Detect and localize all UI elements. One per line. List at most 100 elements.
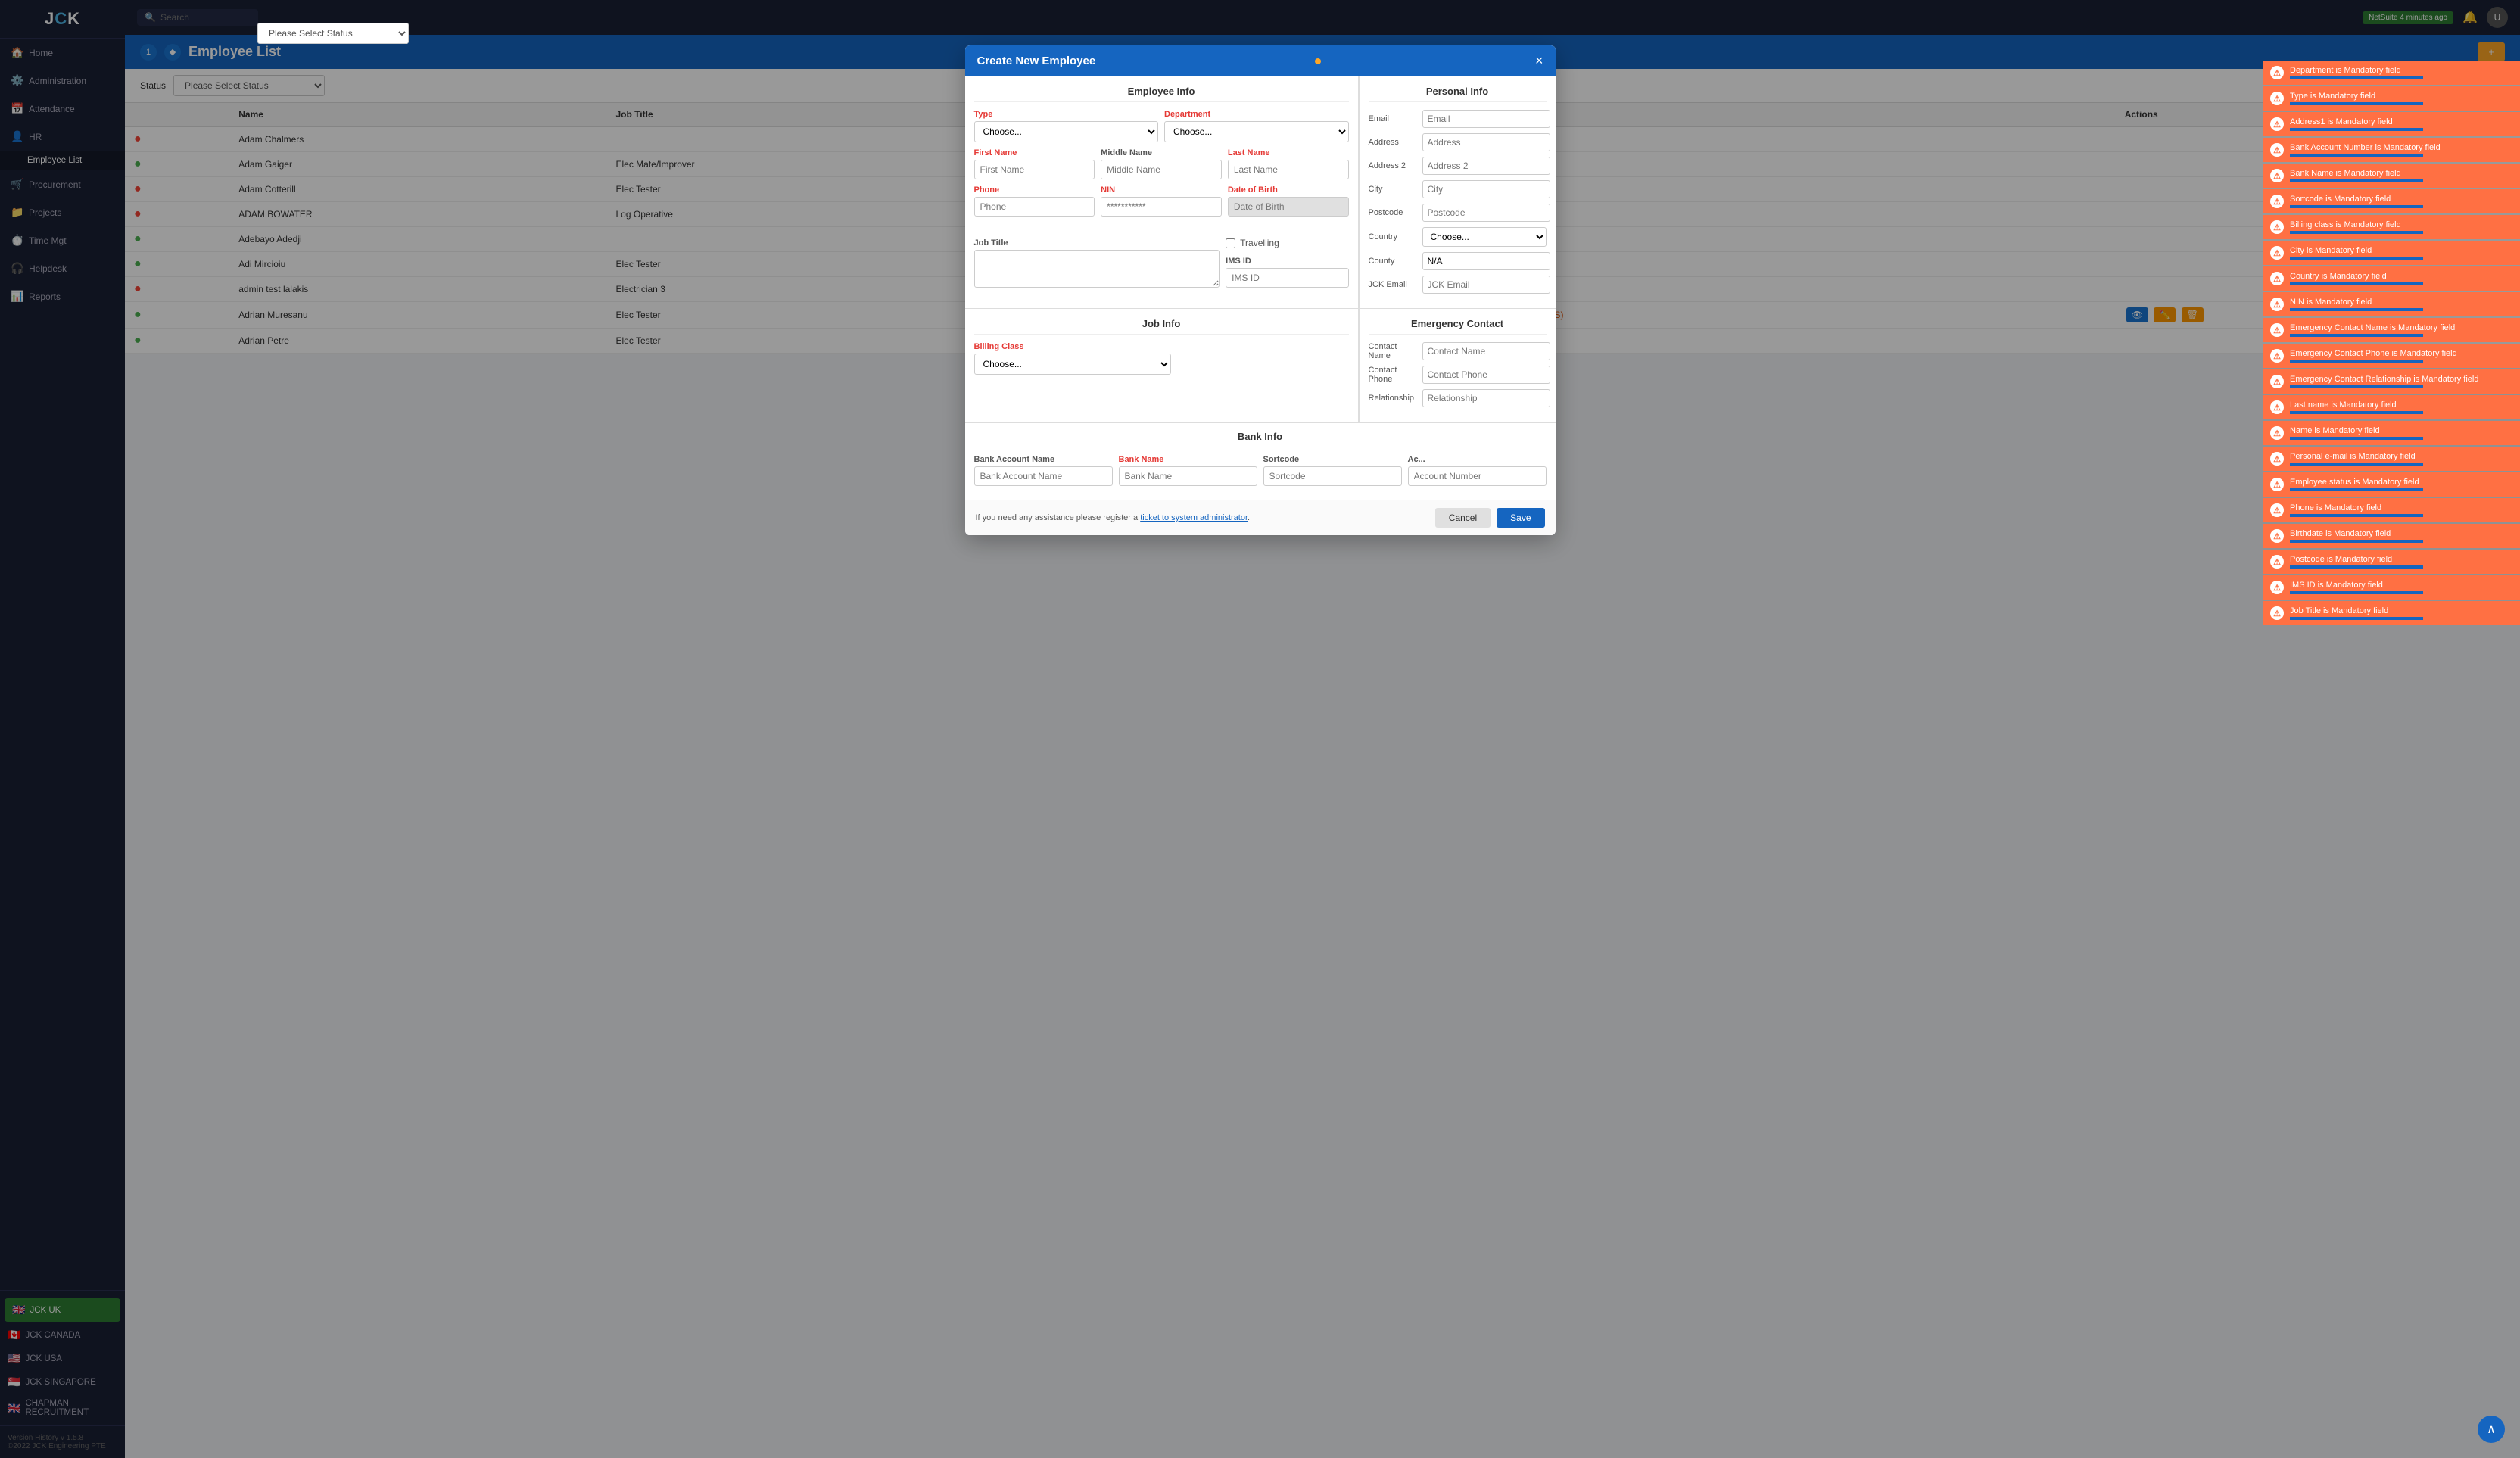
warning-icon: ⚠ bbox=[2270, 426, 2284, 440]
ec-rel-row: Relationship bbox=[1369, 389, 1547, 407]
warning-icon: ⚠ bbox=[2270, 375, 2284, 388]
type-select[interactable]: Choose... bbox=[974, 121, 1159, 142]
pi-postcode-input[interactable] bbox=[1422, 204, 1550, 222]
bank-info-title: Bank Info bbox=[974, 431, 1547, 447]
account-number-input[interactable] bbox=[1408, 466, 1547, 486]
last-name-group: Last Name bbox=[1228, 148, 1349, 179]
save-button[interactable]: Save bbox=[1497, 508, 1544, 528]
ims-id-input[interactable] bbox=[1226, 268, 1348, 288]
middle-name-group: Middle Name bbox=[1101, 148, 1222, 179]
job-title-input[interactable] bbox=[974, 250, 1220, 288]
pi-address-row: Address bbox=[1369, 133, 1547, 151]
ec-phone-input[interactable] bbox=[1422, 366, 1550, 384]
account-number-group: Ac... bbox=[1408, 455, 1547, 486]
job-title-group: Job Title bbox=[974, 238, 1220, 288]
first-name-input[interactable] bbox=[974, 160, 1095, 179]
phone-input[interactable] bbox=[974, 197, 1095, 217]
help-text: If you need any assistance please regist… bbox=[976, 513, 1251, 522]
pi-county-label: County bbox=[1369, 257, 1418, 266]
warning-icon: ⚠ bbox=[2270, 246, 2284, 260]
validation-message: Emergency Contact Name is Mandatory fiel… bbox=[2290, 323, 2512, 337]
bank-name-input[interactable] bbox=[1119, 466, 1257, 486]
pi-city-input[interactable] bbox=[1422, 180, 1550, 198]
first-name-group: First Name bbox=[974, 148, 1095, 179]
pi-county-input[interactable] bbox=[1422, 252, 1550, 270]
employee-info-title: Employee Info bbox=[974, 86, 1349, 102]
pi-country-row: Country Choose... bbox=[1369, 227, 1547, 247]
personal-info-title: Personal Info bbox=[1369, 86, 1547, 102]
validation-message: Employee status is Mandatory field bbox=[2290, 478, 2512, 491]
modal-title: Create New Employee bbox=[977, 55, 1096, 67]
validation-error-item: ⚠ Postcode is Mandatory field bbox=[2263, 550, 2520, 574]
warning-icon: ⚠ bbox=[2270, 503, 2284, 517]
validation-message: Job Title is Mandatory field bbox=[2290, 606, 2512, 620]
sortcode-input[interactable] bbox=[1263, 466, 1402, 486]
validation-error-item: ⚠ Job Title is Mandatory field bbox=[2263, 601, 2520, 625]
billing-class-select[interactable]: Choose... bbox=[974, 354, 1171, 375]
validation-message: Billing class is Mandatory field bbox=[2290, 220, 2512, 234]
footer-buttons: Cancel Save bbox=[1435, 508, 1545, 528]
pi-jck-email-input[interactable] bbox=[1422, 276, 1550, 294]
validation-message: IMS ID is Mandatory field bbox=[2290, 581, 2512, 594]
ec-name-input[interactable] bbox=[1422, 342, 1550, 360]
pi-country-select[interactable]: Choose... bbox=[1422, 227, 1547, 247]
pi-address-input[interactable] bbox=[1422, 133, 1550, 151]
warning-icon: ⚠ bbox=[2270, 298, 2284, 311]
middle-name-input[interactable] bbox=[1101, 160, 1222, 179]
help-link[interactable]: ticket to system administrator bbox=[1140, 513, 1248, 522]
pi-email-input[interactable] bbox=[1422, 110, 1550, 128]
travelling-checkbox[interactable] bbox=[1226, 238, 1235, 248]
middle-name-label: Middle Name bbox=[1101, 148, 1222, 157]
warning-icon: ⚠ bbox=[2270, 66, 2284, 79]
validation-message: Department is Mandatory field bbox=[2290, 66, 2512, 79]
modal-overlay[interactable]: Please Select Status Active Inactive Cre… bbox=[0, 0, 2520, 1458]
pi-address2-row: Address 2 bbox=[1369, 157, 1547, 175]
account-number-label: Ac... bbox=[1408, 455, 1547, 464]
validation-message: Personal e-mail is Mandatory field bbox=[2290, 452, 2512, 466]
validation-message: NIN is Mandatory field bbox=[2290, 298, 2512, 311]
pi-email-label: Email bbox=[1369, 114, 1418, 123]
cancel-button[interactable]: Cancel bbox=[1435, 508, 1491, 528]
validation-error-item: ⚠ City is Mandatory field bbox=[2263, 241, 2520, 265]
sortcode-label: Sortcode bbox=[1263, 455, 1402, 464]
validation-message: Address1 is Mandatory field bbox=[2290, 117, 2512, 131]
validation-message: Postcode is Mandatory field bbox=[2290, 555, 2512, 569]
ec-rel-input[interactable] bbox=[1422, 389, 1550, 407]
type-group: Type Choose... bbox=[974, 110, 1159, 142]
validation-error-item: ⚠ Bank Account Number is Mandatory field bbox=[2263, 138, 2520, 162]
validation-message: Type is Mandatory field bbox=[2290, 92, 2512, 105]
pi-county-row: County bbox=[1369, 252, 1547, 270]
phone-nin-dob-row: Phone NIN Date of Birth bbox=[974, 185, 1349, 217]
validation-panel: ⚠ Department is Mandatory field ⚠ Type i… bbox=[2263, 61, 2520, 625]
pi-address2-input[interactable] bbox=[1422, 157, 1550, 175]
warning-icon: ⚠ bbox=[2270, 555, 2284, 569]
nin-input[interactable] bbox=[1101, 197, 1222, 217]
validation-error-item: ⚠ Emergency Contact Name is Mandatory fi… bbox=[2263, 318, 2520, 342]
modal-status-select[interactable]: Please Select Status Active Inactive bbox=[257, 23, 409, 44]
validation-error-item: ⚠ Phone is Mandatory field bbox=[2263, 498, 2520, 522]
validation-message: Bank Name is Mandatory field bbox=[2290, 169, 2512, 182]
warning-icon: ⚠ bbox=[2270, 400, 2284, 414]
ec-rel-label: Relationship bbox=[1369, 394, 1418, 403]
scroll-to-top-button[interactable]: ∧ bbox=[2478, 1416, 2505, 1443]
type-label: Type bbox=[974, 110, 1159, 119]
last-name-label: Last Name bbox=[1228, 148, 1349, 157]
dob-input[interactable] bbox=[1228, 197, 1349, 217]
dob-label: Date of Birth bbox=[1228, 185, 1349, 195]
department-select[interactable]: Choose... bbox=[1164, 121, 1349, 142]
warning-icon: ⚠ bbox=[2270, 169, 2284, 182]
modal-status-area: Please Select Status Active Inactive bbox=[257, 23, 409, 44]
middle-sections: Job Info Billing Class Choose... Emergen… bbox=[965, 309, 1556, 422]
warning-icon: ⚠ bbox=[2270, 529, 2284, 543]
pi-postcode-label: Postcode bbox=[1369, 208, 1418, 217]
department-group: Department Choose... bbox=[1164, 110, 1349, 142]
modal-close-button[interactable]: × bbox=[1535, 53, 1543, 69]
name-row: First Name Middle Name Last Name bbox=[974, 148, 1349, 179]
phone-label: Phone bbox=[974, 185, 1095, 195]
ec-phone-row: Contact Phone bbox=[1369, 366, 1547, 384]
pi-jck-email-label: JCK Email bbox=[1369, 280, 1418, 289]
validation-error-item: ⚠ Department is Mandatory field bbox=[2263, 61, 2520, 85]
last-name-input[interactable] bbox=[1228, 160, 1349, 179]
bank-account-name-input[interactable] bbox=[974, 466, 1113, 486]
validation-error-item: ⚠ Last name is Mandatory field bbox=[2263, 395, 2520, 419]
